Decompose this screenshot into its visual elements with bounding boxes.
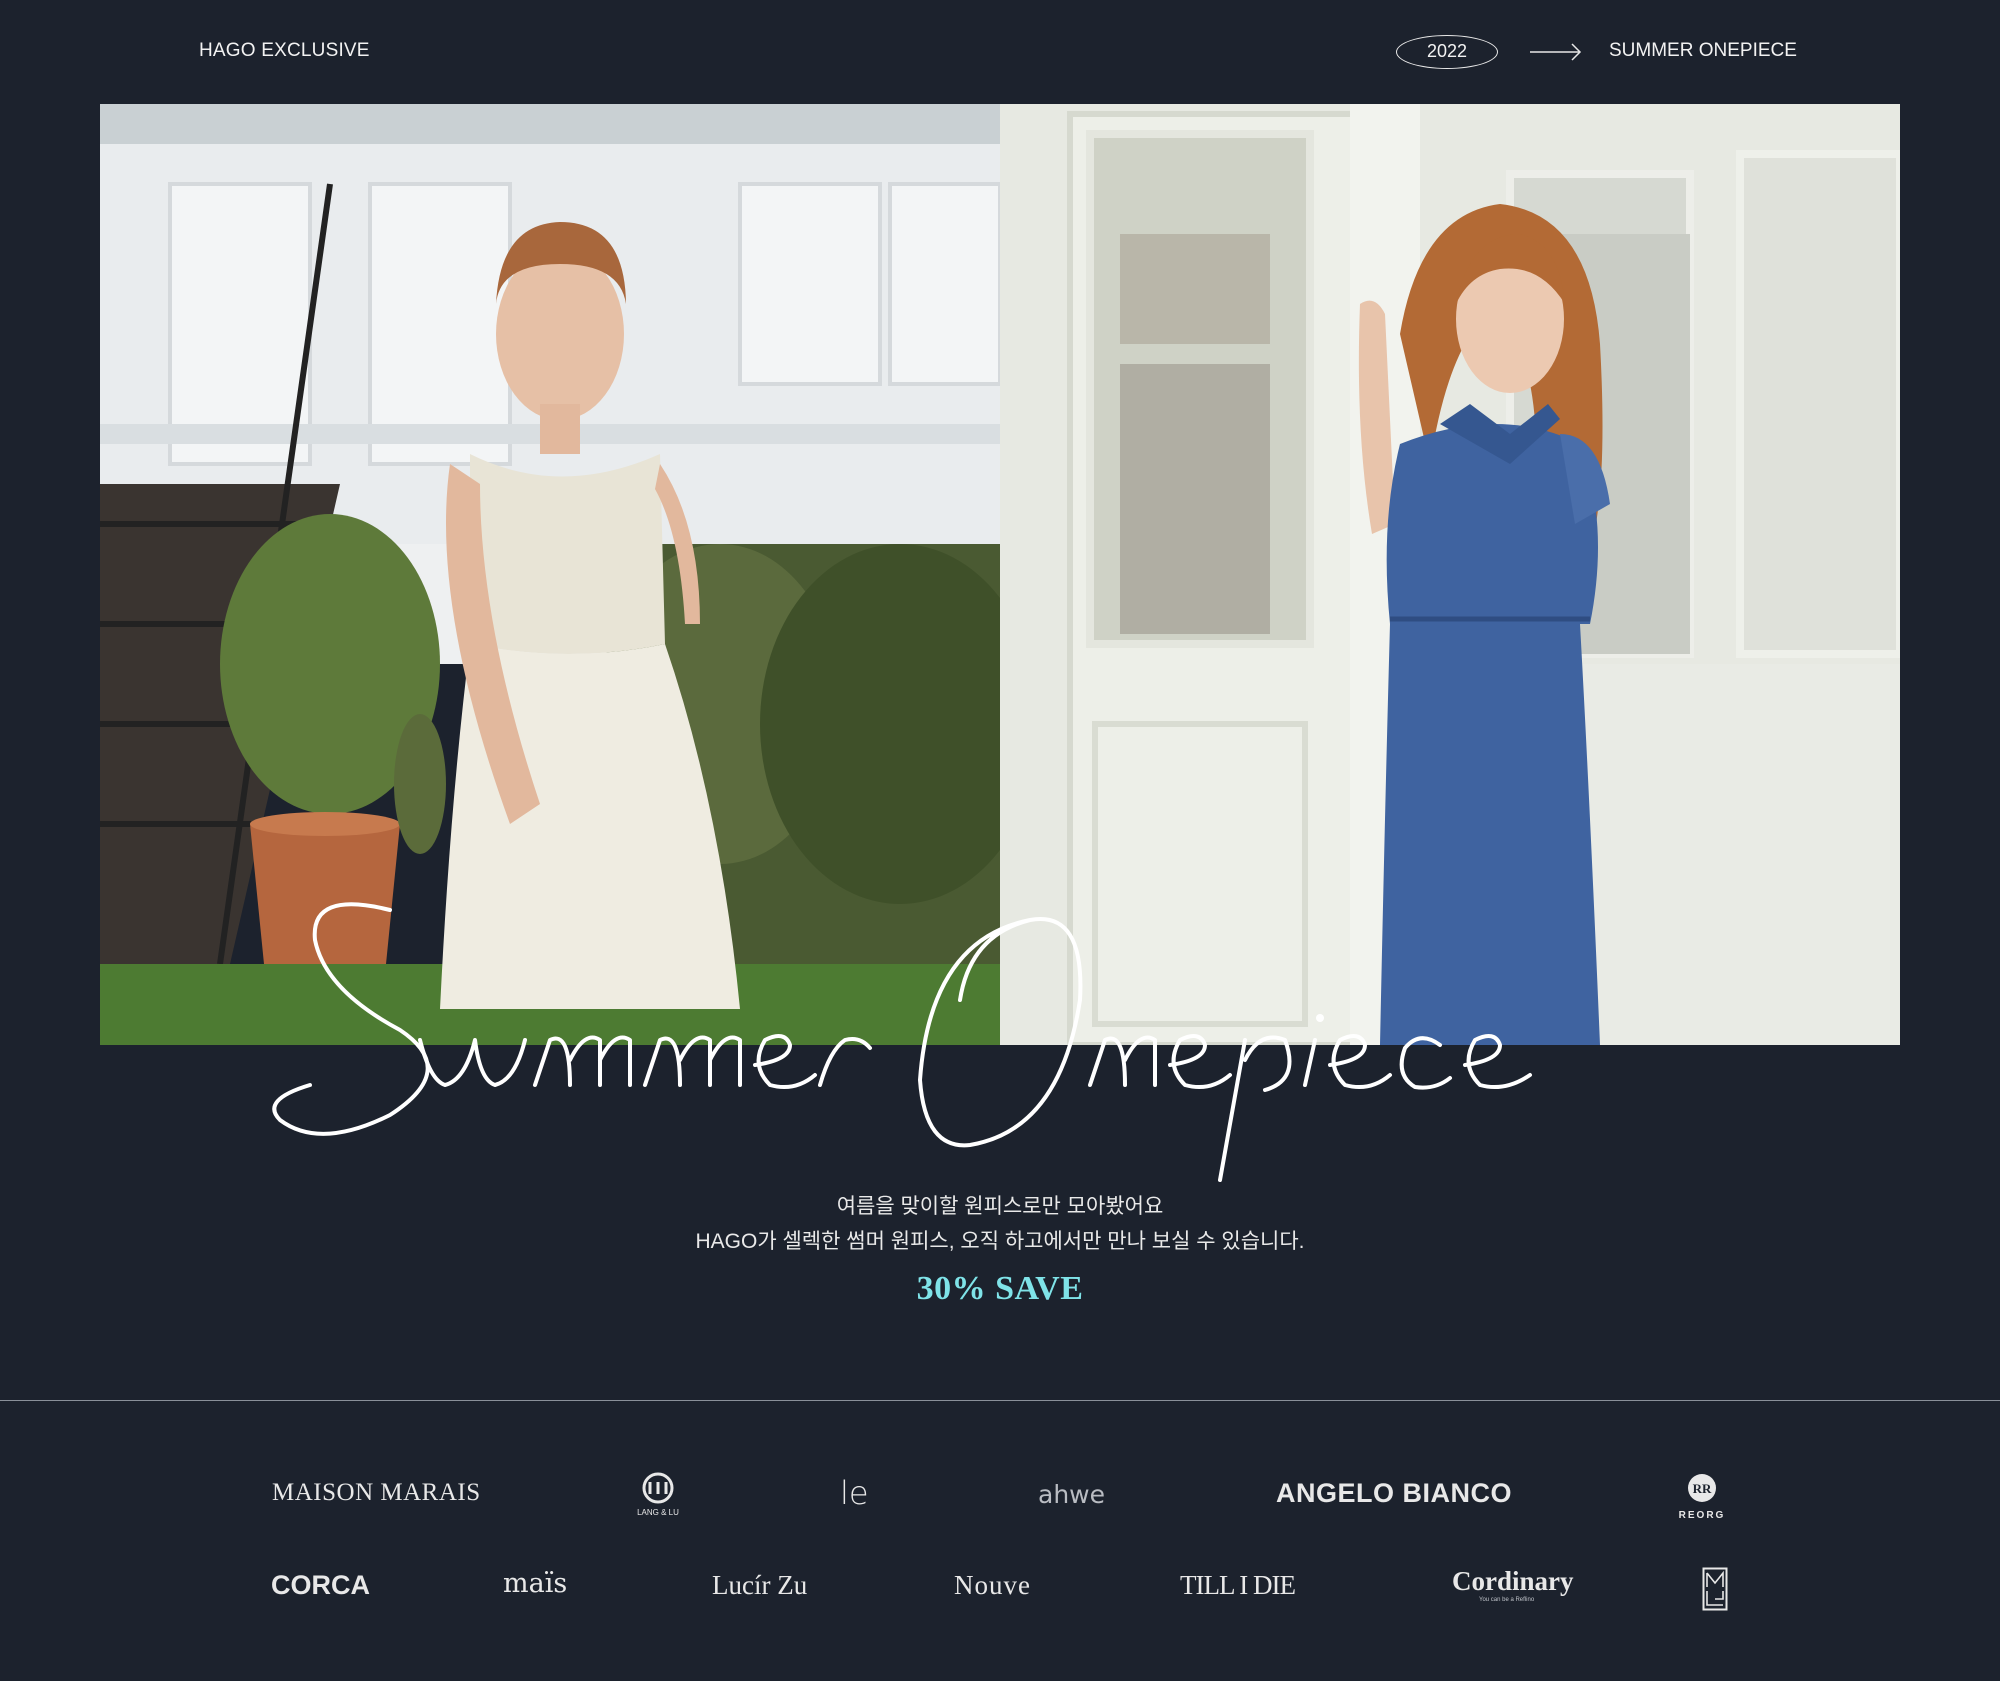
brand-logo-reorg[interactable]: RR REORG	[1674, 1472, 1730, 1522]
brand-logo-till-i-die[interactable]: TILL I DIE	[1180, 1570, 1296, 1601]
svg-text:RR: RR	[1693, 1481, 1712, 1496]
hero-photo-right	[1000, 104, 1900, 1045]
brand-logo-monogram[interactable]	[1702, 1567, 1728, 1611]
promo-line-1: 여름을 맞이할 원피스로만 모아봤어요	[836, 1195, 1164, 1218]
brand-logo-grid	[0, 1401, 2000, 1681]
svg-text:LANG & LU: LANG & LU	[637, 1508, 679, 1517]
save-badge: 30% SAVE	[916, 1270, 1084, 1307]
brand-logo-ahwe[interactable]: ahwe	[1038, 1480, 1105, 1509]
brand-logo-maison-marais[interactable]: MAISON MARAIS	[272, 1479, 481, 1507]
brand-logo-nouve[interactable]: Nouve	[954, 1570, 1031, 1601]
brand-logo-le[interactable]: le	[840, 1474, 869, 1512]
brand-logo-angelo-bianco[interactable]: ANGELO BIANCO	[1276, 1478, 1512, 1509]
collection-label[interactable]: SUMMER ONEPIECE	[1609, 40, 1797, 62]
hero-banner[interactable]	[100, 104, 1900, 1045]
brand-logo-lang-lu[interactable]: LANG & LU	[636, 1472, 680, 1518]
brand-logo-lucir-zu[interactable]: Lucír Zu	[712, 1570, 807, 1601]
promo-line-2: HAGO가 셀렉한 썸머 원피스, 오직 하고에서만 만나 보실 수 있습니다.	[695, 1230, 1305, 1253]
brand-logo-corca[interactable]: CORCA	[271, 1570, 370, 1601]
brand-logo-mais[interactable]: maïs	[503, 1568, 567, 1599]
svg-text:REORG: REORG	[1679, 1510, 1726, 1521]
year-badge[interactable]: 2022	[1396, 35, 1498, 69]
arrow-right-icon	[1530, 43, 1582, 61]
brand-label[interactable]: HAGO EXCLUSIVE	[199, 40, 370, 62]
hero-photo-left	[100, 104, 1000, 1045]
brand-logo-cordinary[interactable]: Cordinary	[1452, 1566, 1574, 1597]
brand-logo-cordinary-tagline: You can be a Reflino	[1479, 1597, 1535, 1603]
top-bar: HAGO EXCLUSIVE 2022 SUMMER ONEPIECE	[0, 0, 2000, 104]
